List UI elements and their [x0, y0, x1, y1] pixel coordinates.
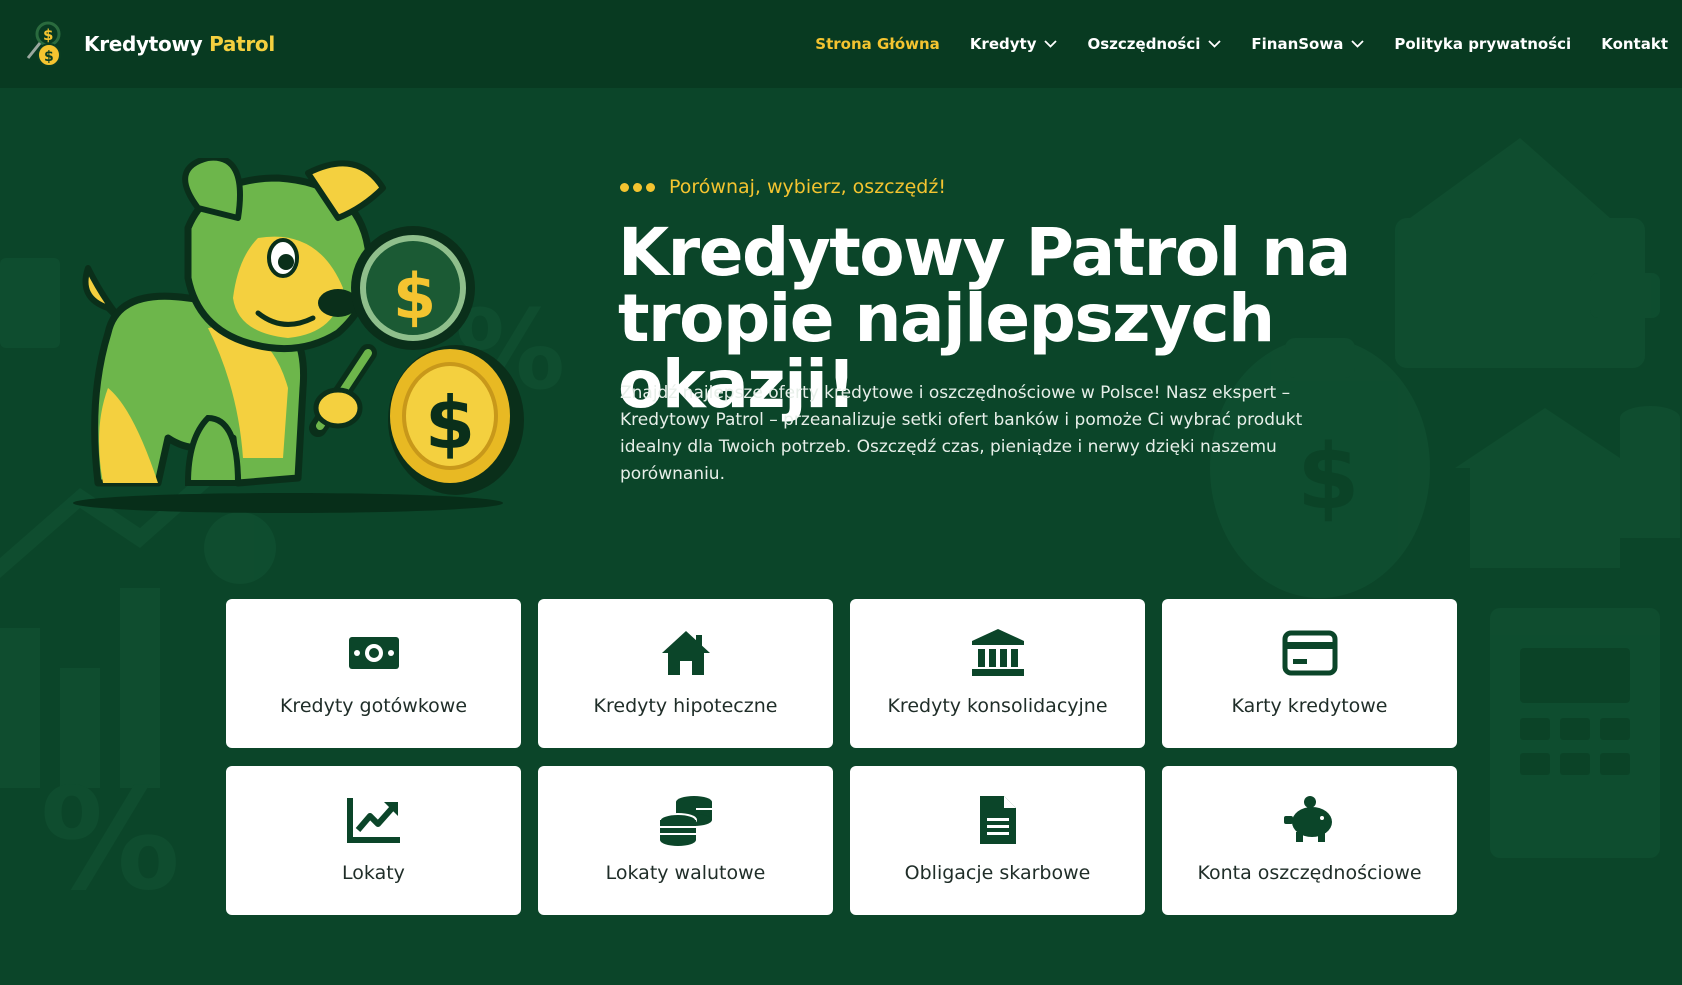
nav-item-finansowa[interactable]: FinanSowa	[1251, 35, 1364, 53]
document-icon	[970, 794, 1026, 846]
category-label: Obligacje skarbowe	[904, 862, 1091, 884]
tagline-text: Porównaj, wybierz, oszczędź!	[669, 176, 946, 198]
coin-logo-icon: $ $	[26, 21, 61, 67]
brand-name-part2: Patrol	[209, 32, 275, 56]
nav-item-kredyty[interactable]: Kredyty	[970, 35, 1058, 53]
brand-name-part1: Kredytowy	[84, 32, 203, 56]
category-label: Kredyty konsolidacyjne	[887, 695, 1108, 717]
category-label: Lokaty walutowe	[605, 862, 766, 884]
top-navigation-bar: $ $ Kredytowy Patrol Strona Główna Kredy…	[0, 0, 1682, 88]
category-label: Lokaty	[342, 862, 405, 884]
piggy-bank-icon	[1282, 794, 1338, 846]
nav-item-label: Kontakt	[1601, 35, 1668, 53]
category-card-konta-oszczednosciowe[interactable]: Konta oszczędnościowe	[1162, 766, 1457, 915]
dog-mascot-illustration: $ $	[73, 158, 524, 513]
chart-line-icon	[346, 794, 402, 846]
nav-item-oszczednosci[interactable]: Oszczędności	[1087, 35, 1222, 53]
brand-name: Kredytowy Patrol	[84, 32, 275, 56]
credit-card-icon	[1282, 627, 1338, 679]
category-label: Karty kredytowe	[1231, 695, 1388, 717]
banknote-icon	[346, 627, 402, 679]
chevron-down-icon	[1044, 40, 1058, 48]
category-card-kredyty-gotowkowe[interactable]: Kredyty gotówkowe	[226, 599, 521, 748]
chevron-down-icon	[1208, 40, 1222, 48]
category-label: Kredyty hipoteczne	[593, 695, 778, 717]
category-label: Kredyty gotówkowe	[279, 695, 468, 717]
category-card-lokaty[interactable]: Lokaty	[226, 766, 521, 915]
nav-item-label: Kredyty	[969, 35, 1037, 53]
nav-item-label: Oszczędności	[1087, 35, 1201, 53]
tagline-dots-icon	[620, 182, 659, 192]
svg-text:$: $	[425, 381, 475, 465]
bank-building-icon	[970, 627, 1026, 679]
nav-item-label: FinanSowa	[1251, 35, 1344, 53]
category-grid: Kredyty gotówkowe Kredyty hipoteczne Kre…	[226, 599, 1459, 915]
category-card-lokaty-walutowe[interactable]: Lokaty walutowe	[538, 766, 833, 915]
hero-description: Znajdź najlepsze oferty kredytowe i oszc…	[620, 383, 1303, 484]
category-card-kredyty-hipoteczne[interactable]: Kredyty hipoteczne	[538, 599, 833, 748]
category-card-karty-kredytowe[interactable]: Karty kredytowe	[1162, 599, 1457, 748]
hero-tagline: Porównaj, wybierz, oszczędź!	[620, 176, 946, 198]
coins-icon	[658, 794, 714, 846]
chevron-down-icon	[1351, 40, 1364, 48]
main-menu: Strona Główna Kredyty Oszczędności Finan…	[785, 0, 1668, 88]
nav-item-label: Polityka prywatności	[1394, 35, 1572, 53]
nav-item-contact[interactable]: Kontakt	[1601, 35, 1668, 53]
category-label: Konta oszczędnościowe	[1197, 862, 1422, 884]
category-card-obligacje-skarbowe[interactable]: Obligacje skarbowe	[850, 766, 1145, 915]
category-card-kredyty-konsolidacyjne[interactable]: Kredyty konsolidacyjne	[850, 599, 1145, 748]
nav-item-home[interactable]: Strona Główna	[815, 35, 940, 53]
svg-text:$: $	[393, 260, 436, 333]
svg-text:$: $	[43, 26, 53, 44]
nav-item-privacy-policy[interactable]: Polityka prywatności	[1394, 35, 1571, 53]
brand-logo-link[interactable]: $ $ Kredytowy Patrol	[24, 18, 275, 70]
svg-text:%: %	[40, 759, 180, 922]
svg-text:$: $	[44, 49, 54, 65]
nav-item-label: Strona Główna	[815, 35, 940, 53]
house-icon	[658, 627, 714, 679]
